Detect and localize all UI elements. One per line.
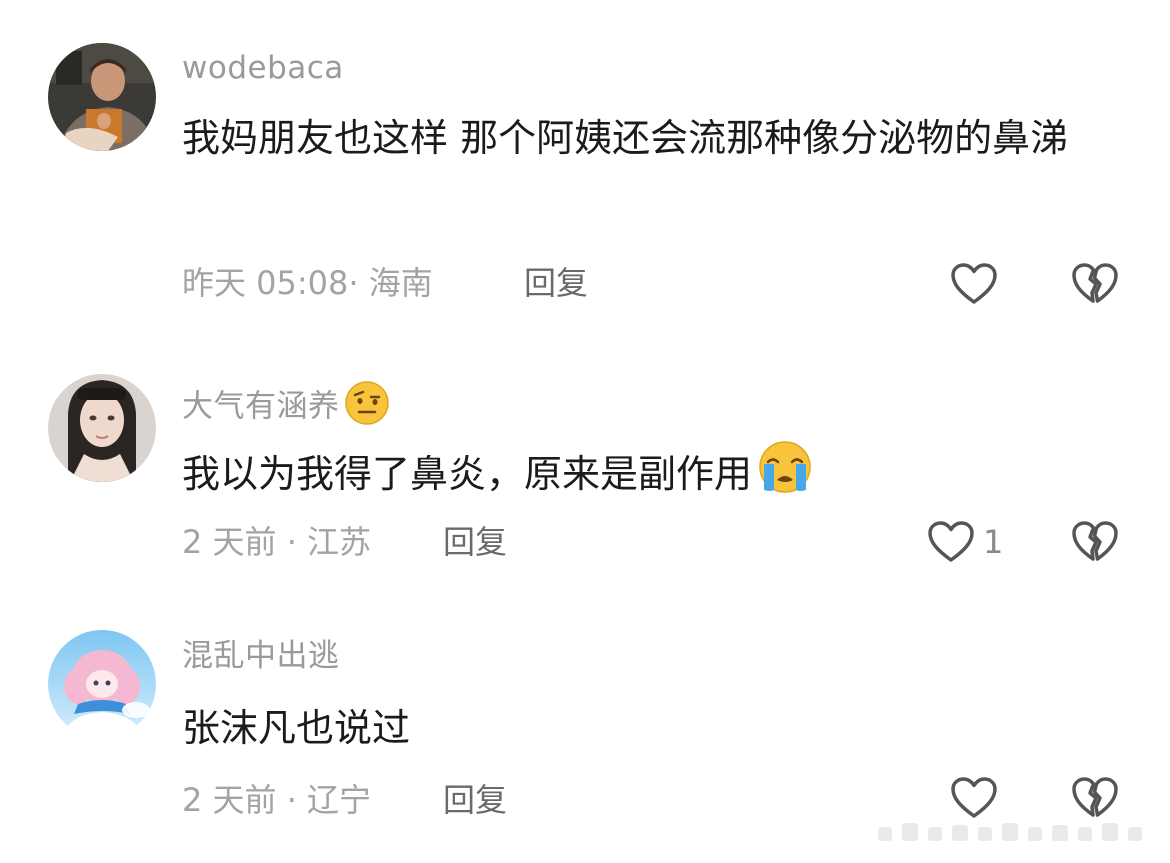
username[interactable]: 混乱中出逃 [182, 636, 340, 676]
username-text: 大气有涵养 [182, 388, 340, 425]
heart-outline-icon [928, 521, 974, 562]
username[interactable]: 大气有涵养 [182, 380, 390, 436]
reply-button[interactable]: 回复 [443, 780, 507, 820]
user-avatar[interactable] [48, 630, 156, 738]
dislike-button[interactable] [1071, 520, 1119, 564]
comment-meta: 2 天前 · 江苏 [182, 523, 372, 561]
reply-button[interactable]: 回复 [524, 263, 588, 303]
comment-text-content: 我以为我得了鼻炎，原来是副作用 [182, 452, 753, 496]
raised-eyebrow-emoji [344, 380, 390, 436]
like-count: 1 [983, 523, 1004, 561]
comment-meta: 2 天前 · 辽宁 [182, 781, 372, 819]
crying-face-emoji [756, 440, 814, 513]
heart-outline-icon [951, 263, 997, 304]
person-avatar-icon [48, 374, 156, 482]
anime-avatar-icon [48, 630, 156, 738]
comment-text: 我以为我得了鼻炎，原来是副作用 [182, 440, 1132, 513]
comment-item: wodebaca 我妈朋友也这样 那个阿姨还会流那种像分泌物的鼻涕 昨天 05:… [0, 0, 1170, 330]
comment-text: 张沫凡也说过 [182, 706, 411, 750]
comment-text: 我妈朋友也这样 那个阿姨还会流那种像分泌物的鼻涕 [182, 116, 1069, 160]
comment-item: 大气有涵养 我以为我得了鼻炎，原来是副作用 2 天前 · 江苏 回复 1 [0, 330, 1170, 600]
broken-heart-icon [1072, 263, 1118, 303]
comment-meta: 昨天 05:08· 海南 [182, 264, 433, 302]
like-button[interactable] [950, 262, 998, 306]
person-avatar-icon [48, 43, 156, 151]
dislike-button[interactable] [1071, 262, 1119, 306]
user-avatar[interactable] [48, 43, 156, 151]
like-button[interactable] [927, 520, 975, 564]
broken-heart-icon [1072, 521, 1118, 561]
reply-button[interactable]: 回复 [443, 522, 507, 562]
user-avatar[interactable] [48, 374, 156, 482]
watermark [868, 797, 1158, 857]
username[interactable]: wodebaca [182, 48, 344, 88]
